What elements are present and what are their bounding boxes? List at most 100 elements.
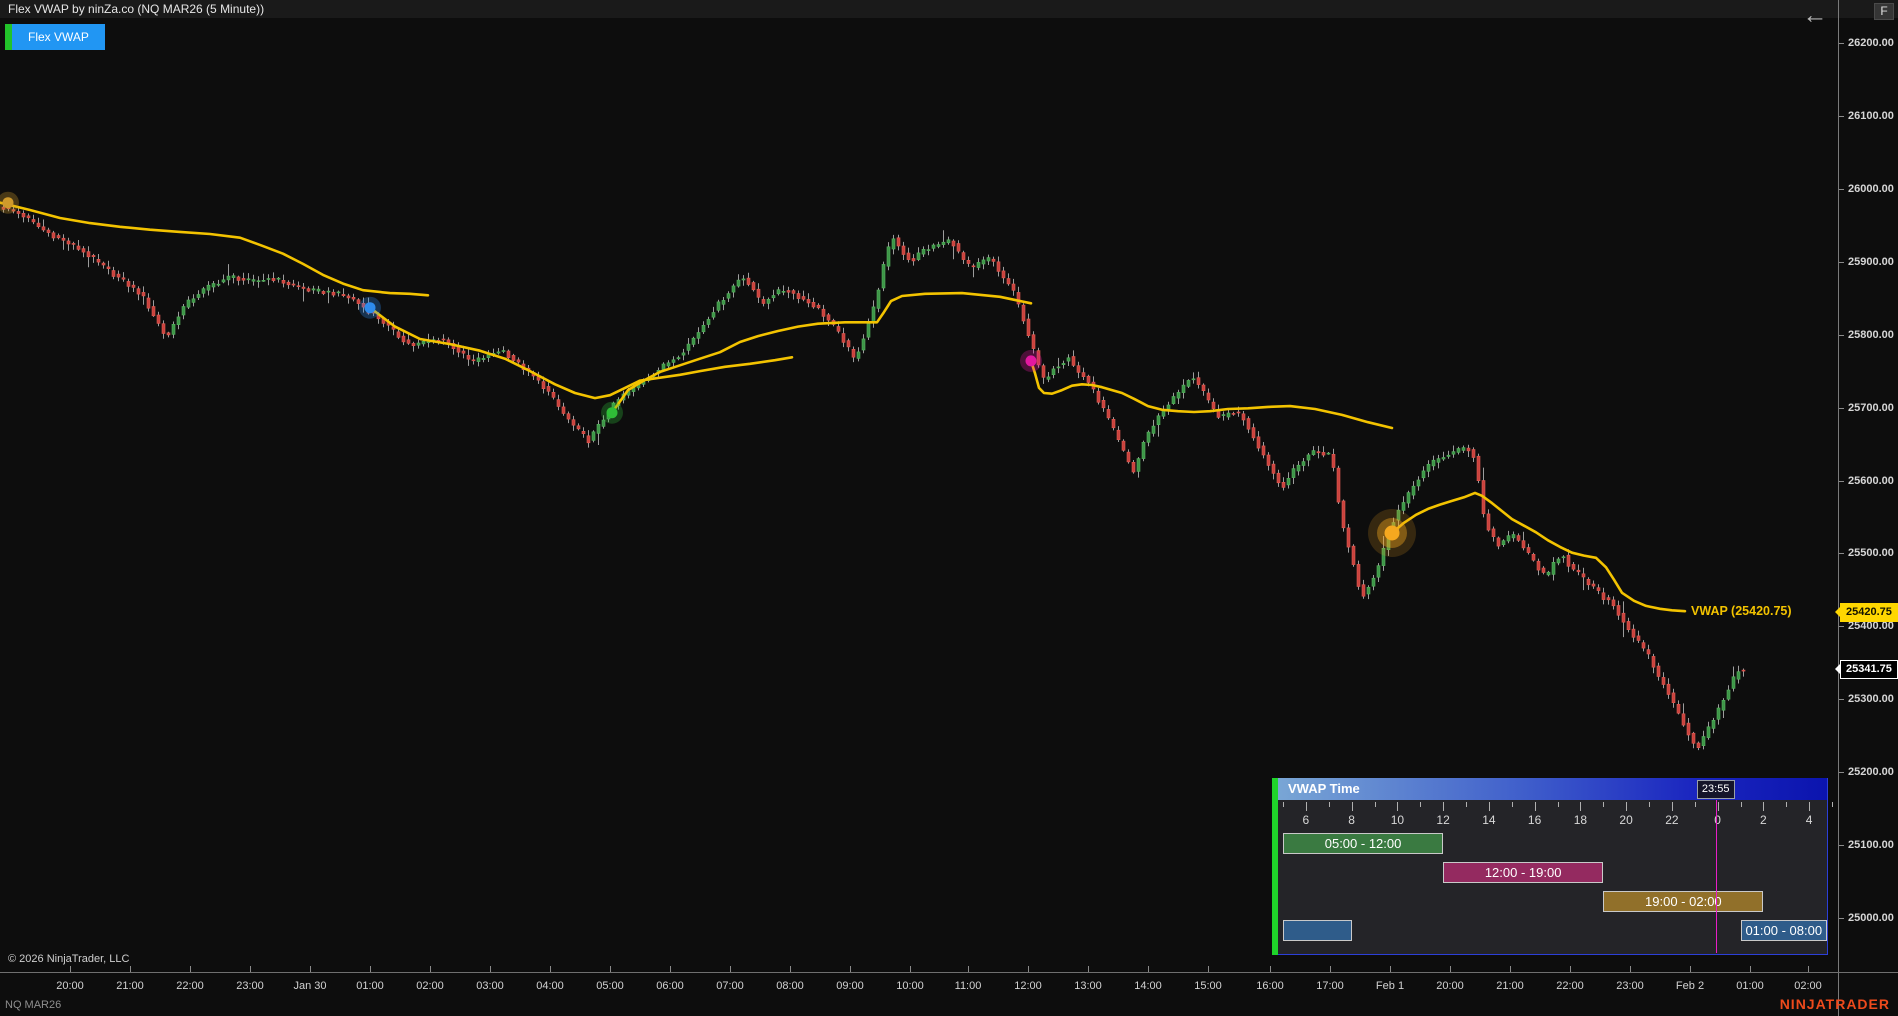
vwap-range-bar[interactable]: 19:00 - 02:00 bbox=[1603, 891, 1763, 912]
candle-body bbox=[1557, 559, 1560, 563]
copyright-text: © 2026 NinjaTrader, LLC bbox=[8, 953, 129, 965]
time-tick bbox=[1808, 966, 1809, 972]
time-tick-label: 08:00 bbox=[776, 980, 804, 992]
price-tick bbox=[1839, 845, 1844, 846]
candle-body bbox=[687, 344, 690, 350]
vwap-time-panel[interactable]: VWAP Time 23:55 6810121416182022024 05:0… bbox=[1272, 778, 1828, 955]
candle-body bbox=[822, 309, 825, 316]
candle-body bbox=[747, 278, 750, 284]
candle-body bbox=[1052, 369, 1055, 375]
time-tick bbox=[1270, 966, 1271, 972]
candle-body bbox=[497, 352, 500, 353]
candle-body bbox=[1672, 693, 1675, 703]
time-axis[interactable]: 20:0021:0022:0023:00Jan 3001:0002:0003:0… bbox=[0, 973, 1838, 1016]
ruler-tick bbox=[1786, 802, 1787, 807]
candle-body bbox=[1207, 393, 1210, 400]
vwap-range-bar[interactable]: 01:00 - 08:00 bbox=[1741, 920, 1828, 941]
time-tick-label: 04:00 bbox=[536, 980, 564, 992]
ruler-tick bbox=[1580, 802, 1581, 811]
candle-body bbox=[1722, 700, 1725, 710]
price-tick bbox=[1839, 626, 1844, 627]
candle-body bbox=[977, 262, 980, 267]
vwap-range-bar[interactable] bbox=[1283, 920, 1352, 941]
candle-body bbox=[1102, 400, 1105, 408]
price-axis[interactable]: 26200.0026100.0026000.0025900.0025800.00… bbox=[1839, 0, 1898, 972]
vwap-range-bar[interactable]: 12:00 - 19:00 bbox=[1443, 862, 1603, 883]
candle-body bbox=[247, 279, 250, 280]
candle-body bbox=[1267, 455, 1270, 466]
candle-body bbox=[227, 276, 230, 280]
candle-body bbox=[1437, 459, 1440, 463]
candle-body bbox=[27, 216, 30, 218]
ruler-tick bbox=[1283, 802, 1284, 807]
panel-title: VWAP Time bbox=[1288, 781, 1360, 796]
candle-body bbox=[127, 281, 130, 286]
candle-body bbox=[1142, 442, 1145, 458]
candle-body bbox=[867, 323, 870, 337]
time-tick bbox=[1208, 966, 1209, 972]
candle-body bbox=[892, 239, 895, 249]
vwap-range-bar[interactable]: 05:00 - 12:00 bbox=[1283, 833, 1443, 854]
candle-body bbox=[357, 300, 360, 304]
candle-body bbox=[932, 245, 935, 248]
time-tick bbox=[1148, 966, 1149, 972]
badge-pointer bbox=[1835, 663, 1841, 675]
price-tick bbox=[1839, 408, 1844, 409]
time-tick bbox=[1510, 966, 1511, 972]
time-tick-label: 05:00 bbox=[596, 980, 624, 992]
candle-body bbox=[402, 336, 405, 342]
instrument-label: NQ MAR26 bbox=[5, 999, 61, 1011]
candle-body bbox=[1302, 462, 1305, 466]
candle-body bbox=[1317, 452, 1320, 453]
price-tick bbox=[1839, 335, 1844, 336]
candle-body bbox=[1202, 385, 1205, 391]
candle-body bbox=[1562, 557, 1565, 558]
ruler-tick bbox=[1443, 802, 1444, 811]
candle-body bbox=[417, 343, 420, 345]
candle-body bbox=[577, 426, 580, 429]
time-tick-label: 02:00 bbox=[416, 980, 444, 992]
candle-body bbox=[1457, 449, 1460, 453]
current-time-line bbox=[1716, 800, 1717, 953]
candle-body bbox=[287, 282, 290, 285]
ruler-hour-label: 18 bbox=[1574, 813, 1587, 827]
price-tick-label: 26100.00 bbox=[1848, 110, 1894, 122]
time-tick-label: 22:00 bbox=[1556, 980, 1584, 992]
candle-body bbox=[192, 299, 195, 303]
candle-body bbox=[582, 431, 585, 433]
candle-body bbox=[1027, 319, 1030, 336]
candle-body bbox=[222, 280, 225, 282]
candle-body bbox=[1497, 538, 1500, 546]
candle-body bbox=[1057, 367, 1060, 368]
candle-body bbox=[1427, 464, 1430, 471]
candle-body bbox=[1297, 465, 1300, 471]
candle-body bbox=[1232, 413, 1235, 414]
ruler-tick bbox=[1375, 802, 1376, 807]
panel-hour-ruler: 6810121416182022024 bbox=[1278, 800, 1827, 832]
ruler-tick bbox=[1558, 802, 1559, 807]
candle-body bbox=[87, 252, 90, 257]
candle-body bbox=[142, 292, 145, 296]
panel-title-bar[interactable]: VWAP Time bbox=[1278, 778, 1827, 800]
candle-body bbox=[722, 300, 725, 304]
candle-body bbox=[757, 289, 760, 297]
back-arrow-icon[interactable]: ← bbox=[1798, 0, 1832, 30]
vwap-line bbox=[1031, 361, 1392, 428]
candle-body bbox=[1367, 587, 1370, 594]
candle-body bbox=[542, 382, 545, 389]
candle-body bbox=[662, 364, 665, 370]
candle-body bbox=[82, 249, 85, 253]
candle-body bbox=[1327, 453, 1330, 454]
candle-body bbox=[567, 414, 570, 419]
candle-body bbox=[1582, 574, 1585, 577]
candle-body bbox=[787, 291, 790, 293]
time-tick bbox=[730, 966, 731, 972]
time-tick-label: 06:00 bbox=[656, 980, 684, 992]
time-tick bbox=[70, 966, 71, 972]
candle-body bbox=[412, 343, 415, 345]
time-tick-label: 01:00 bbox=[1736, 980, 1764, 992]
candle-body bbox=[407, 340, 410, 344]
flex-vwap-button[interactable]: Flex VWAP bbox=[5, 24, 105, 50]
candle-body bbox=[1292, 469, 1295, 478]
time-tick bbox=[1690, 966, 1691, 972]
